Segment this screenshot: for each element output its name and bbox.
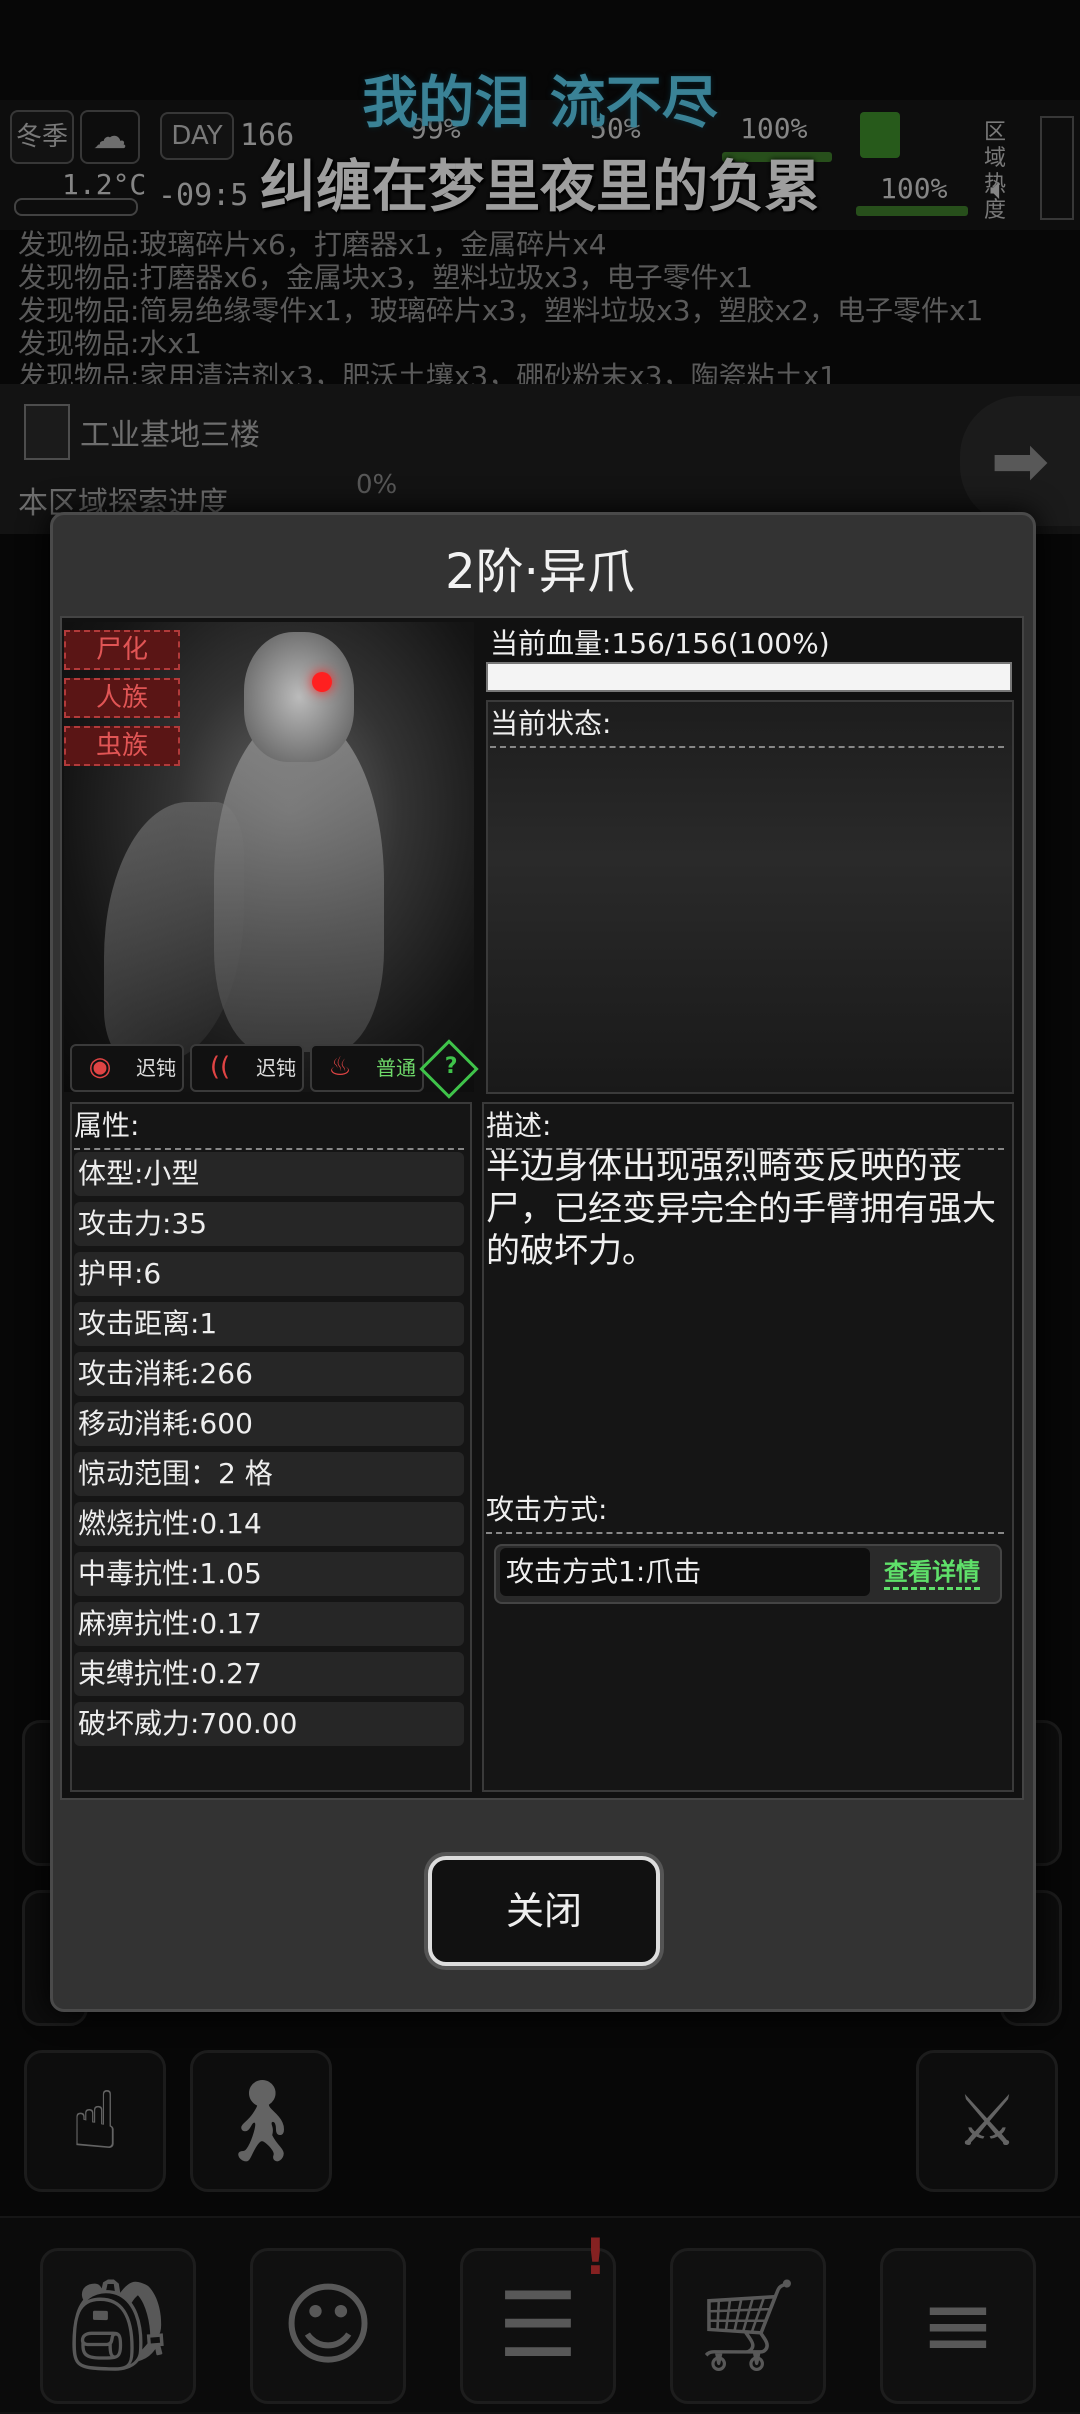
attribute-row: 燃烧抗性:0.14 [74, 1502, 464, 1546]
hp-text: 当前血量:156/156(100%) [490, 627, 830, 660]
attributes-label: 属性: [74, 1104, 464, 1150]
hp-bar [486, 662, 1012, 692]
attribute-row: 破坏威力:700.00 [74, 1702, 464, 1746]
description-label: 描述: [486, 1104, 1004, 1150]
trait-tag: 虫族 [64, 726, 180, 766]
attribute-row: 中毒抗性:1.05 [74, 1552, 464, 1596]
hp-bar-fill [488, 664, 1010, 690]
attribute-row: 体型:小型 [74, 1152, 464, 1196]
monster-body [214, 712, 384, 1052]
trait-tag: 尸化 [64, 630, 180, 670]
attribute-row: 惊动范围：2 格 [74, 1452, 464, 1496]
attack-detail-link[interactable]: 查看详情 [884, 1552, 980, 1590]
ear-icon: (( [209, 1052, 231, 1082]
hearing-level: 迟钝 [256, 1056, 296, 1080]
attribute-row: 攻击力:35 [74, 1202, 464, 1246]
trait-tag: 人族 [64, 678, 180, 718]
smell-level: 普通 [376, 1056, 416, 1080]
dialog-title: 2阶·异爪 [445, 544, 635, 600]
attribute-row: 攻击距离:1 [74, 1302, 464, 1346]
attribute-row: 移动消耗:600 [74, 1402, 464, 1446]
eye-icon: ◉ [88, 1052, 112, 1082]
attribute-row: 护甲:6 [74, 1252, 464, 1296]
monster-eye [312, 672, 332, 692]
nose-icon: ♨ [328, 1052, 352, 1082]
close-button[interactable]: 关闭 [428, 1856, 660, 1966]
description-text: 半边身体出现强烈畸变反映的丧尸，已经变异完全的手臂拥有强大的破坏力。 [486, 1147, 996, 1271]
attack-name: 攻击方式1:爪击 [500, 1548, 870, 1596]
smell-sense: ♨ 普通 [310, 1044, 424, 1092]
hearing-sense: (( 迟钝 [190, 1044, 304, 1092]
attribute-row: 麻痹抗性:0.17 [74, 1602, 464, 1646]
sight-level: 迟钝 [136, 1056, 176, 1080]
monster-head [244, 632, 354, 762]
sight-sense: ◉ 迟钝 [70, 1044, 184, 1092]
status-label: 当前状态: [490, 702, 1004, 748]
attack-label: 攻击方式: [486, 1488, 1004, 1534]
status-panel [486, 700, 1014, 1094]
attribute-row: 束缚抗性:0.27 [74, 1652, 464, 1696]
attribute-row: 攻击消耗:266 [74, 1352, 464, 1396]
